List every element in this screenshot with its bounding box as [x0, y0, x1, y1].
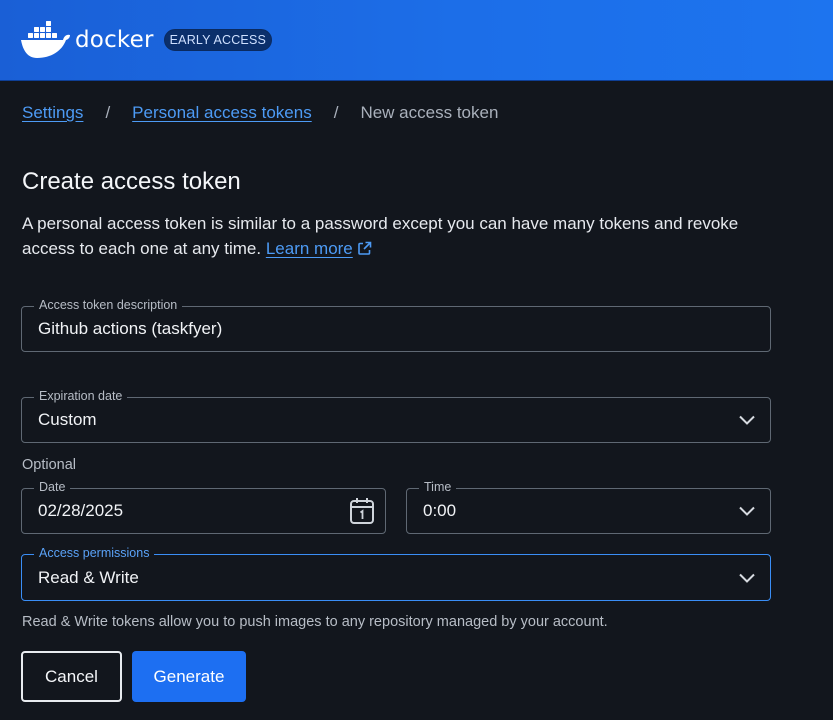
token-description-input[interactable]: Access token description Github actions …: [21, 297, 771, 352]
optional-label: Optional: [22, 457, 77, 473]
date-label: Date: [34, 479, 71, 495]
time-label: Time: [419, 479, 457, 495]
top-header-bar: docker EARLY ACCESS: [0, 0, 833, 81]
description-text: A personal access token is similar to a …: [22, 214, 739, 258]
chevron-down-icon: [739, 506, 755, 516]
access-permissions-label: Access permissions: [34, 545, 155, 561]
calendar-icon[interactable]: [349, 497, 375, 525]
generate-button[interactable]: Generate: [132, 651, 246, 702]
learn-more-label: Learn more: [265, 239, 353, 258]
breadcrumb-settings-link[interactable]: Settings: [22, 103, 83, 123]
docker-logo[interactable]: docker EARLY ACCESS: [20, 20, 273, 60]
docker-whale-icon: [21, 21, 70, 58]
date-input[interactable]: Date 02/28/2025: [21, 479, 386, 534]
time-value: 0:00: [423, 501, 457, 520]
expiration-date-select[interactable]: Expiration date Custom: [21, 388, 771, 443]
early-access-badge: EARLY ACCESS: [163, 29, 273, 51]
breadcrumb-tokens-link[interactable]: Personal access tokens: [132, 103, 312, 123]
page-description: A personal access token is similar to a …: [22, 211, 782, 261]
breadcrumb-separator: /: [105, 103, 111, 122]
access-permissions-select[interactable]: Access permissions Read & Write: [21, 545, 771, 601]
expiration-date-label: Expiration date: [34, 388, 128, 404]
permissions-helper-text: Read & Write tokens allow you to push im…: [22, 614, 608, 630]
learn-more-link[interactable]: Learn more: [266, 239, 372, 258]
breadcrumb-separator: /: [333, 103, 339, 122]
time-select[interactable]: Time 0:00: [406, 479, 771, 534]
token-description-label: Access token description: [34, 297, 183, 313]
chevron-down-icon: [739, 415, 755, 425]
breadcrumb: Settings / Personal access tokens / New …: [22, 103, 498, 123]
token-description-value: Github actions (taskfyer): [38, 319, 223, 338]
external-link-icon: [357, 241, 372, 255]
cancel-button[interactable]: Cancel: [21, 651, 122, 702]
expiration-date-value: Custom: [38, 410, 97, 429]
brand-wordmark: docker: [75, 27, 154, 53]
page-title: Create access token: [22, 168, 241, 195]
date-value: 02/28/2025: [38, 501, 124, 520]
chevron-down-icon: [739, 573, 755, 583]
breadcrumb-current: New access token: [360, 103, 499, 122]
access-permissions-value: Read & Write: [38, 567, 139, 587]
